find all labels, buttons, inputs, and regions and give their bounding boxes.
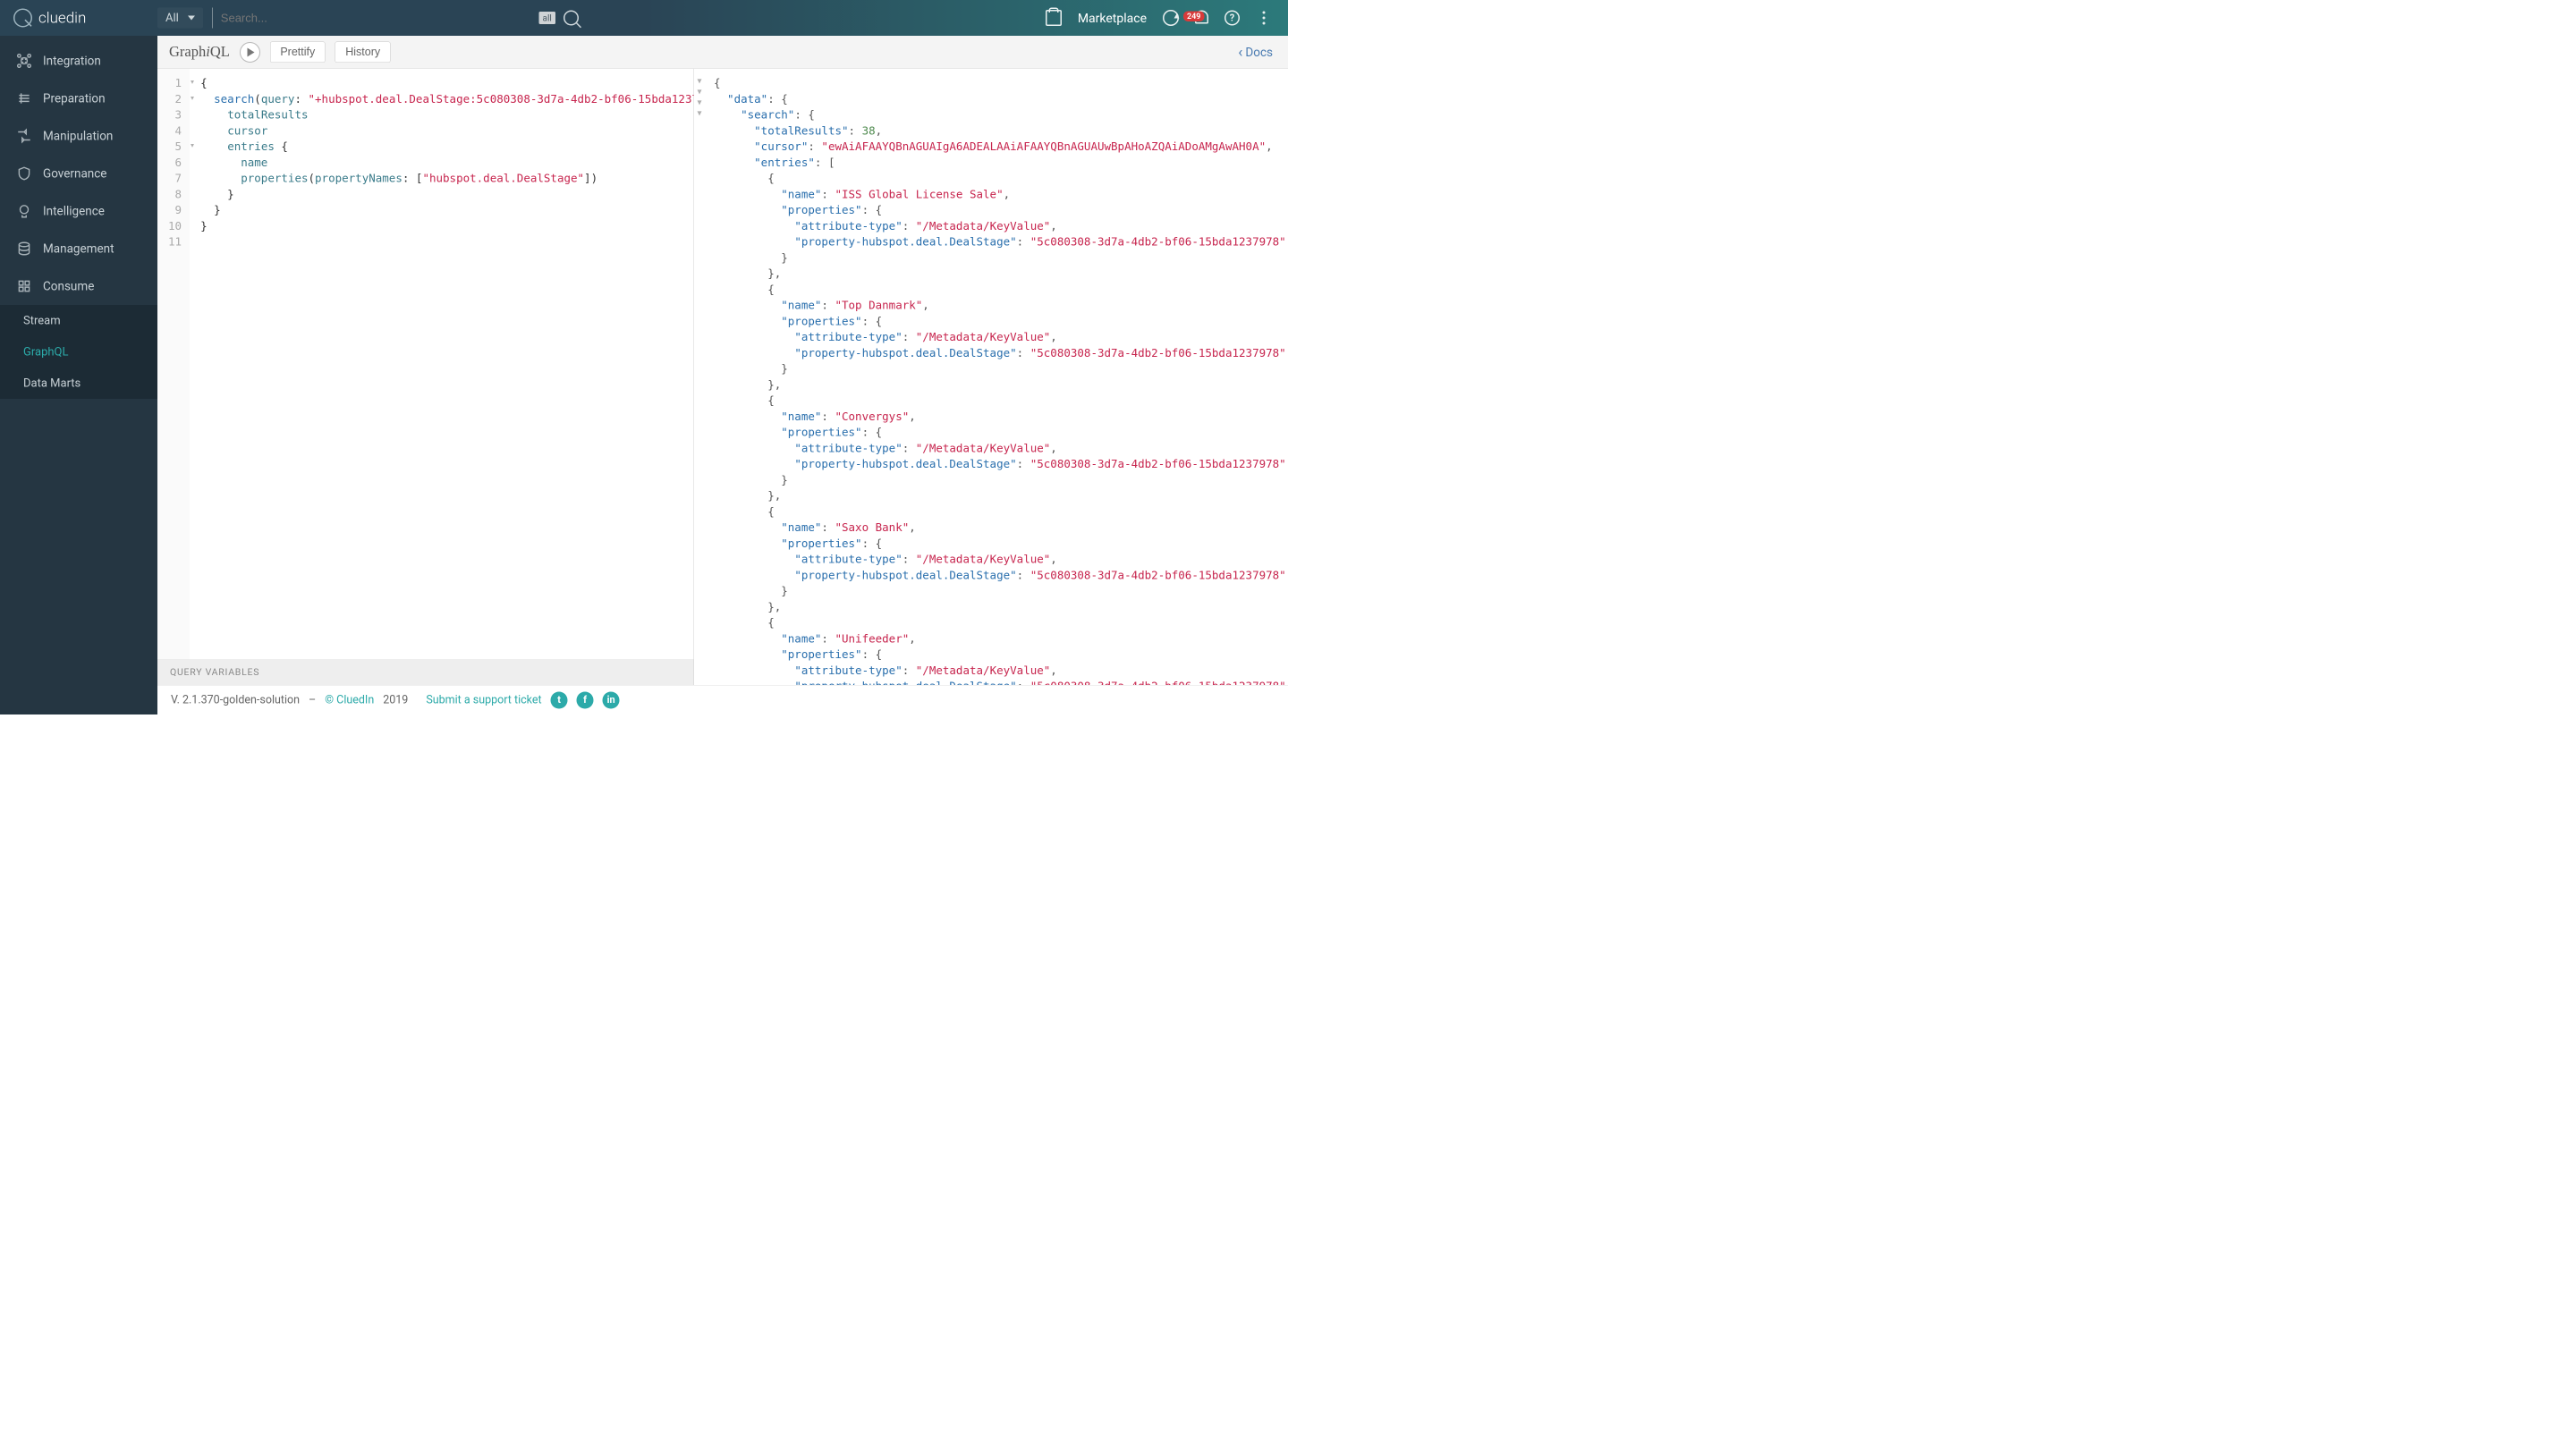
main-content: GraphiQL Prettify History Docs 123456789… bbox=[157, 36, 1288, 714]
sidebar-item-manipulation[interactable]: Manipulation bbox=[0, 117, 157, 155]
year-label: 2019 bbox=[383, 694, 408, 707]
brand-name: cluedin bbox=[38, 9, 86, 27]
docs-toggle[interactable]: Docs bbox=[1234, 45, 1276, 59]
sidebar-sub-graphql[interactable]: GraphQL bbox=[0, 336, 157, 368]
execute-button[interactable] bbox=[240, 42, 260, 63]
management-icon bbox=[16, 241, 32, 257]
topbar: cluedin All all Marketplace 249 ? bbox=[0, 0, 1288, 36]
query-pane: 1234567891011 ▾▾▾ { search(query: "+hubs… bbox=[157, 69, 694, 685]
linkedin-icon[interactable]: in bbox=[603, 691, 620, 708]
sidebar-item-label: Manipulation bbox=[43, 129, 113, 143]
graphiql-toolbar: GraphiQL Prettify History Docs bbox=[157, 36, 1288, 69]
result-viewer[interactable]: { "data": { "search": { "totalResults": … bbox=[705, 69, 1288, 685]
sidebar-item-intelligence[interactable]: Intelligence bbox=[0, 192, 157, 230]
graphiql-title: GraphiQL bbox=[169, 44, 230, 61]
sidebar-sub-datamarts[interactable]: Data Marts bbox=[0, 368, 157, 399]
query-editor[interactable]: 1234567891011 ▾▾▾ { search(query: "+hubs… bbox=[157, 69, 694, 660]
intelligence-icon bbox=[16, 203, 32, 219]
prettify-button[interactable]: Prettify bbox=[270, 42, 326, 63]
marketplace-link[interactable]: Marketplace bbox=[1078, 11, 1147, 26]
integration-icon bbox=[16, 53, 32, 69]
sync-icon[interactable] bbox=[1163, 10, 1179, 26]
sidebar-item-label: Preparation bbox=[43, 91, 106, 106]
sidebar-item-preparation[interactable]: Preparation bbox=[0, 80, 157, 117]
history-button[interactable]: History bbox=[335, 42, 391, 63]
topbar-right: Marketplace 249 ? bbox=[1046, 10, 1288, 26]
footer: V. 2.1.370-golden-solution – © CluedIn 2… bbox=[157, 685, 1288, 714]
support-ticket-link[interactable]: Submit a support ticket bbox=[426, 694, 541, 707]
version-label: V. 2.1.370-golden-solution bbox=[171, 694, 300, 707]
sidebar-item-label: Intelligence bbox=[43, 204, 105, 218]
preparation-icon bbox=[16, 90, 32, 106]
sidebar-item-label: Consume bbox=[43, 279, 94, 293]
search-filter-dropdown[interactable]: All bbox=[157, 8, 203, 29]
consume-icon bbox=[16, 278, 32, 294]
search-scope-tag[interactable]: all bbox=[539, 12, 555, 24]
more-menu-icon[interactable] bbox=[1256, 10, 1272, 26]
search-icon[interactable] bbox=[564, 11, 579, 26]
result-pane: ▾▾▾▾ { "data": { "search": { "totalResul… bbox=[694, 69, 1288, 685]
marketplace-icon[interactable] bbox=[1046, 10, 1062, 26]
sidebar-item-label: Management bbox=[43, 241, 114, 256]
notifications-button[interactable]: 249 bbox=[1195, 11, 1208, 26]
query-variables-bar[interactable]: QUERY VARIABLES bbox=[157, 660, 694, 686]
governance-icon bbox=[16, 165, 32, 182]
logo-icon bbox=[13, 9, 32, 28]
filter-label: All bbox=[165, 12, 179, 25]
sidebar-sub-stream[interactable]: Stream bbox=[0, 305, 157, 336]
sidebar-item-governance[interactable]: Governance bbox=[0, 155, 157, 192]
sidebar-item-management[interactable]: Management bbox=[0, 230, 157, 267]
sidebar-item-label: Integration bbox=[43, 54, 101, 68]
facebook-icon[interactable]: f bbox=[577, 691, 594, 708]
query-text[interactable]: { search(query: "+hubspot.deal.DealStage… bbox=[195, 69, 693, 660]
twitter-icon[interactable]: t bbox=[551, 691, 568, 708]
sidebar: Integration Preparation Manipulation Gov… bbox=[0, 36, 157, 714]
sidebar-item-consume[interactable]: Consume bbox=[0, 267, 157, 305]
manipulation-icon bbox=[16, 128, 32, 144]
result-fold-gutter: ▾▾▾▾ bbox=[694, 69, 705, 685]
notification-badge: 249 bbox=[1183, 12, 1204, 22]
brand-logo[interactable]: cluedin bbox=[0, 9, 157, 28]
line-gutter: 1234567891011 bbox=[157, 69, 190, 660]
search-bar: all bbox=[212, 8, 579, 29]
graphiql-panes: 1234567891011 ▾▾▾ { search(query: "+hubs… bbox=[157, 69, 1288, 685]
chevron-down-icon bbox=[188, 16, 195, 21]
search-input[interactable] bbox=[221, 11, 539, 25]
copyright-link[interactable]: © CluedIn bbox=[325, 694, 374, 707]
help-icon[interactable]: ? bbox=[1224, 11, 1240, 26]
sidebar-item-integration[interactable]: Integration bbox=[0, 42, 157, 80]
sidebar-item-label: Governance bbox=[43, 166, 106, 181]
